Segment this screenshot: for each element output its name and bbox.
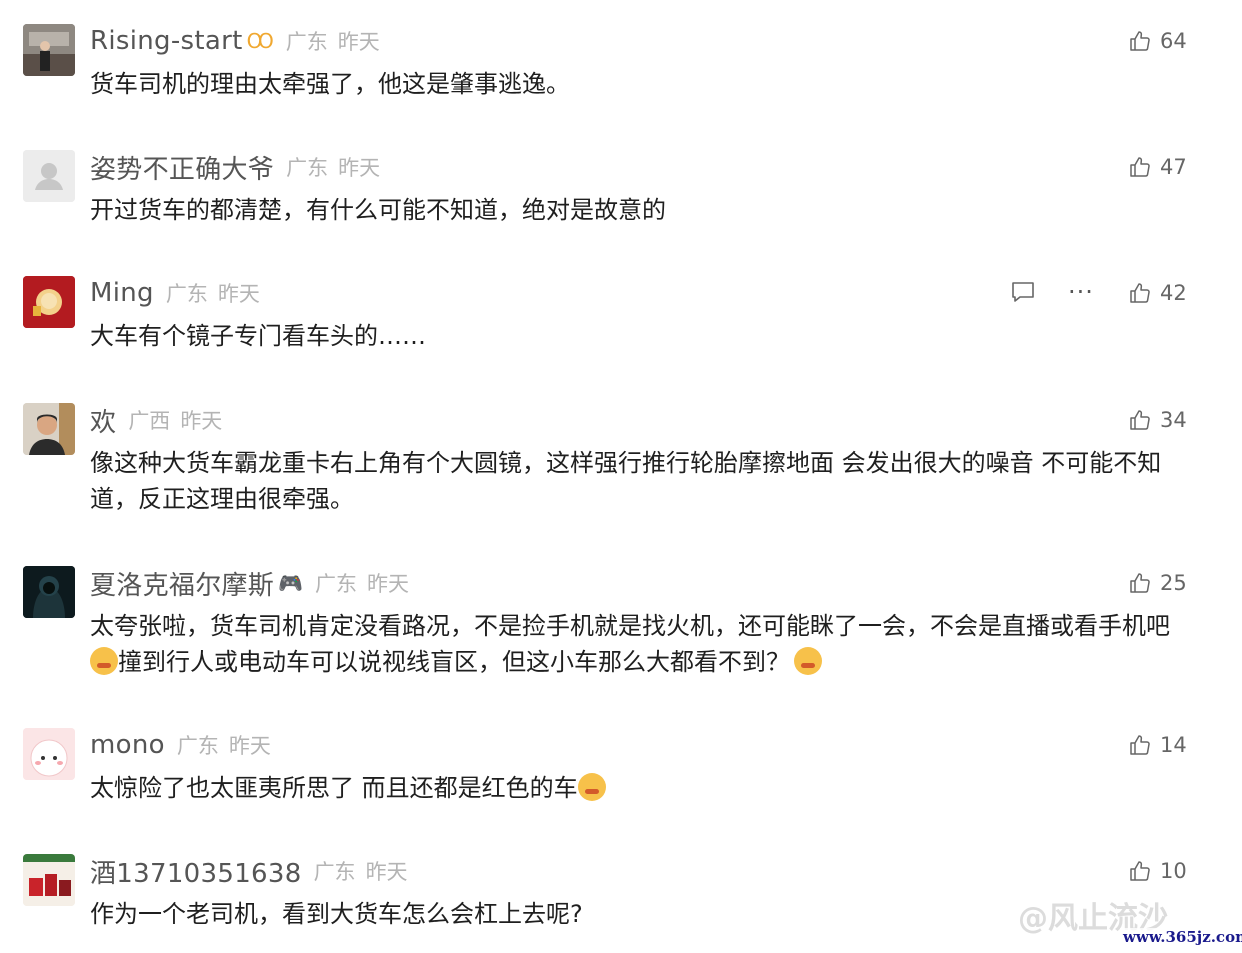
comment-meta: 广东 昨天 (166, 278, 260, 308)
site-watermark: www.365jz.com (1120, 928, 1242, 946)
like-count: 64 (1160, 29, 1187, 53)
game-controller-icon: 🎮 (278, 571, 304, 595)
thumbs-up-icon (1130, 573, 1150, 593)
comment-text: 大车有个镜子专门看车头的…… (90, 322, 426, 350)
avatar[interactable] (23, 24, 75, 76)
like-count: 14 (1160, 733, 1187, 757)
comment-meta: 广西 昨天 (128, 405, 222, 435)
location: 广东 (165, 282, 208, 306)
comment-icon[interactable] (1010, 279, 1036, 305)
avatar[interactable] (23, 854, 75, 906)
timestamp: 昨天 (228, 734, 271, 758)
comment-text: 太惊险了也太匪夷所思了 而且还都是红色的车 (90, 770, 1190, 806)
like-count: 34 (1160, 408, 1187, 432)
like-count: 10 (1160, 859, 1187, 883)
like-button[interactable]: 34 (1128, 403, 1187, 437)
location: 广东 (313, 860, 356, 884)
avatar[interactable] (23, 276, 75, 328)
location: 广东 (286, 156, 329, 180)
like-button[interactable]: 14 (1128, 728, 1187, 762)
comment-text: 像这种大货车霸龙重卡右上角有个大圆镜，这样强行推行轮胎摩擦地面 会发出很大的噪音… (90, 449, 1162, 513)
avatar[interactable] (23, 403, 75, 455)
location: 广东 (285, 30, 328, 54)
like-button[interactable]: 10 (1128, 854, 1187, 888)
thumbs-up-icon (1130, 157, 1150, 177)
thumbs-up-icon (1130, 283, 1150, 303)
avatar[interactable] (23, 150, 75, 202)
like-button[interactable]: 42 (1128, 276, 1187, 310)
comment-meta: 广东 昨天 (286, 26, 380, 56)
pouting-face-emoji-icon (794, 647, 822, 675)
avatar[interactable] (23, 728, 75, 780)
timestamp: 昨天 (180, 409, 223, 433)
like-count: 42 (1160, 281, 1187, 305)
username[interactable]: Ming (90, 278, 154, 308)
comment-meta: 广东 昨天 (314, 856, 408, 886)
comment-text-part: 太夸张啦，货车司机肯定没看路况，不是捡手机就是找火机，还可能眯了一会，不会是直播… (90, 612, 1170, 640)
location: 广东 (176, 734, 219, 758)
username[interactable]: 夏洛克福尔摩斯 (90, 565, 274, 602)
like-button[interactable]: 47 (1128, 150, 1187, 184)
comment-text: 货车司机的理由太牵强了，他这是肇事逃逸。 (90, 70, 570, 98)
username[interactable]: 欢 (90, 402, 116, 439)
masked-face-emoji-icon (90, 647, 118, 675)
location: 广东 (315, 572, 358, 596)
location: 广西 (128, 409, 171, 433)
username[interactable]: 酒13710351638 (90, 853, 302, 890)
timestamp: 昨天 (217, 282, 260, 306)
thumbs-up-icon (1130, 410, 1150, 430)
like-count: 25 (1160, 571, 1187, 595)
thumbs-up-icon (1130, 31, 1150, 51)
like-button[interactable]: 25 (1128, 566, 1187, 600)
comment-meta: 广东 昨天 (286, 152, 380, 182)
comment-text-part: 撞到行人或电动车可以说视线盲区，但这小车那么大都看不到？ (118, 648, 790, 676)
username[interactable]: 姿势不正确大爷 (90, 149, 274, 186)
timestamp: 昨天 (365, 860, 408, 884)
more-options-icon[interactable]: ··· (1068, 278, 1094, 306)
avatar[interactable] (23, 566, 75, 618)
username[interactable]: Rising-start (90, 26, 243, 56)
comment-meta: 广东 昨天 (315, 568, 409, 598)
like-button[interactable]: 64 (1128, 24, 1187, 58)
crying-face-emoji-icon (577, 773, 606, 801)
timestamp: 昨天 (337, 30, 380, 54)
comment-text: 开过货车的都清楚，有什么可能不知道，绝对是故意的 (90, 196, 666, 224)
timestamp: 昨天 (367, 572, 410, 596)
badge-icon: Ꝏ (246, 29, 274, 53)
comment-text: 太夸张啦，货车司机肯定没看路况，不是捡手机就是找火机，还可能眯了一会，不会是直播… (90, 608, 1180, 680)
username[interactable]: mono (90, 730, 165, 760)
thumbs-up-icon (1130, 735, 1150, 755)
comment-meta: 广东 昨天 (177, 730, 271, 760)
thumbs-up-icon (1130, 861, 1150, 881)
like-count: 47 (1160, 155, 1187, 179)
timestamp: 昨天 (338, 156, 381, 180)
comment-text-part: 太惊险了也太匪夷所思了 而且还都是红色的车 (90, 774, 578, 802)
